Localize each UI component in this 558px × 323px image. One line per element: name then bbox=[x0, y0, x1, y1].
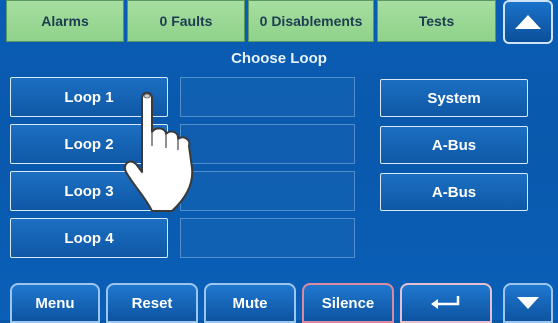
a-bus-button-1[interactable]: A-Bus bbox=[380, 126, 528, 164]
empty-loop-slot bbox=[180, 218, 355, 258]
system-button[interactable]: System bbox=[380, 79, 528, 117]
faults-tab[interactable]: 0 Faults bbox=[127, 0, 245, 42]
loop-4-button[interactable]: Loop 4 bbox=[10, 218, 168, 258]
alarms-tab-label: Alarms bbox=[41, 13, 89, 29]
loop-2-label: Loop 2 bbox=[64, 135, 114, 153]
pointing-hand-icon bbox=[124, 91, 194, 212]
status-bar: Alarms 0 Faults 0 Disablements Tests bbox=[6, 0, 496, 44]
silence-label: Silence bbox=[321, 294, 375, 312]
alarms-tab[interactable]: Alarms bbox=[6, 0, 124, 42]
loop-1-label: Loop 1 bbox=[64, 88, 114, 106]
a-bus-label-1: A-Bus bbox=[431, 136, 477, 154]
disablements-tab-label: 0 Disablements bbox=[259, 13, 363, 29]
scroll-down-button[interactable] bbox=[503, 283, 553, 323]
loop-4-label: Loop 4 bbox=[64, 229, 114, 247]
disablements-tab[interactable]: 0 Disablements bbox=[248, 0, 374, 42]
a-bus-button-2[interactable]: A-Bus bbox=[380, 173, 528, 211]
enter-button[interactable] bbox=[400, 283, 492, 323]
system-label: System bbox=[427, 89, 481, 107]
mute-button[interactable]: Mute bbox=[204, 283, 296, 323]
faults-tab-label: 0 Faults bbox=[159, 13, 213, 29]
tests-tab[interactable]: Tests bbox=[377, 0, 496, 42]
enter-return-icon bbox=[431, 296, 460, 309]
menu-button[interactable]: Menu bbox=[10, 283, 100, 323]
touch-screen: Alarms 0 Faults 0 Disablements Tests Cho… bbox=[0, 0, 558, 323]
mute-label: Mute bbox=[232, 294, 268, 312]
tests-tab-label: Tests bbox=[418, 13, 455, 29]
reset-button[interactable]: Reset bbox=[106, 283, 198, 323]
triangle-up-icon bbox=[515, 15, 541, 29]
scroll-up-button[interactable] bbox=[503, 0, 553, 44]
loop-3-label: Loop 3 bbox=[64, 182, 114, 200]
page-title: Choose Loop bbox=[231, 50, 327, 67]
reset-label: Reset bbox=[131, 294, 173, 312]
silence-button[interactable]: Silence bbox=[302, 283, 394, 323]
triangle-down-icon bbox=[517, 297, 539, 309]
menu-label: Menu bbox=[35, 294, 75, 312]
a-bus-label-2: A-Bus bbox=[431, 183, 477, 201]
